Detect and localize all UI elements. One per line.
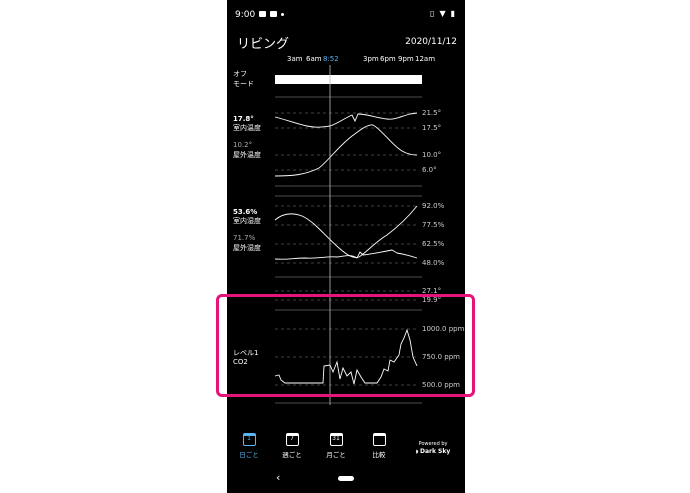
- phone-screen: 9:00 ▯ ▼ ▮ リビング 2020/11/12 3am 6am 8:52 …: [227, 0, 465, 493]
- mode-bar: [275, 75, 422, 84]
- temp-axis-label: 21.5°: [422, 109, 442, 117]
- outdoor-temp-value: 10.2°: [233, 141, 253, 149]
- nav-month-button[interactable]: 31 月ごと: [318, 433, 354, 459]
- temp-axis-label: 6.0°: [422, 166, 437, 174]
- humidity-axis-label: 48.0%: [422, 259, 445, 267]
- back-chevron-icon[interactable]: ‹: [276, 471, 280, 484]
- humidity-axis-label: 62.5%: [422, 240, 445, 248]
- outdoor-humidity-line: [274, 249, 418, 260]
- indoor-temp-line: [274, 112, 418, 128]
- temp-axis-label: 10.0°: [422, 151, 442, 159]
- indoor-temp-value: 17.8°: [233, 115, 254, 123]
- humidity-axis-label: 77.5%: [422, 221, 445, 229]
- powered-by-text: Powered by: [418, 441, 448, 447]
- nav-week-label: 週ごと: [282, 451, 302, 459]
- outdoor-humidity-value: 71.7%: [233, 234, 256, 242]
- nav-month-label: 月ごと: [326, 451, 346, 459]
- powered-by-dark-sky[interactable]: Powered by ◗ Dark Sky: [411, 441, 455, 456]
- calendar-day-icon: 1: [242, 433, 256, 446]
- outdoor-temp-line: [274, 124, 418, 177]
- nav-day-label: 日ごと: [239, 451, 259, 459]
- indoor-humidity-value: 53.6%: [233, 208, 258, 216]
- humidity-axis-label: 92.0%: [422, 202, 445, 210]
- mode-label: オフ: [233, 70, 247, 78]
- nav-day-button[interactable]: 1 日ごと: [231, 433, 267, 459]
- compare-calendar-icon: [372, 433, 386, 446]
- indoor-humidity-label: 室内湿度: [233, 217, 261, 225]
- nav-compare-button[interactable]: 比較: [361, 433, 397, 459]
- calendar-month-icon: 31: [329, 433, 343, 446]
- co2-highlight-box: [216, 294, 475, 397]
- temp-axis-label: 17.5°: [422, 124, 442, 132]
- home-pill[interactable]: [338, 476, 354, 481]
- mode-sublabel: モード: [233, 80, 254, 88]
- dark-sky-logo-icon: ◗: [415, 449, 419, 455]
- calendar-week-icon: 7: [285, 433, 299, 446]
- indoor-temp-label: 室内温度: [233, 124, 261, 132]
- dark-sky-text: Dark Sky: [419, 448, 451, 455]
- indoor-humidity-line: [274, 205, 418, 258]
- nav-compare-label: 比較: [372, 451, 386, 459]
- outdoor-temp-label: 屋外温度: [233, 151, 261, 159]
- outdoor-humidity-label: 屋外湿度: [233, 244, 261, 252]
- nav-week-button[interactable]: 7 週ごと: [274, 433, 310, 459]
